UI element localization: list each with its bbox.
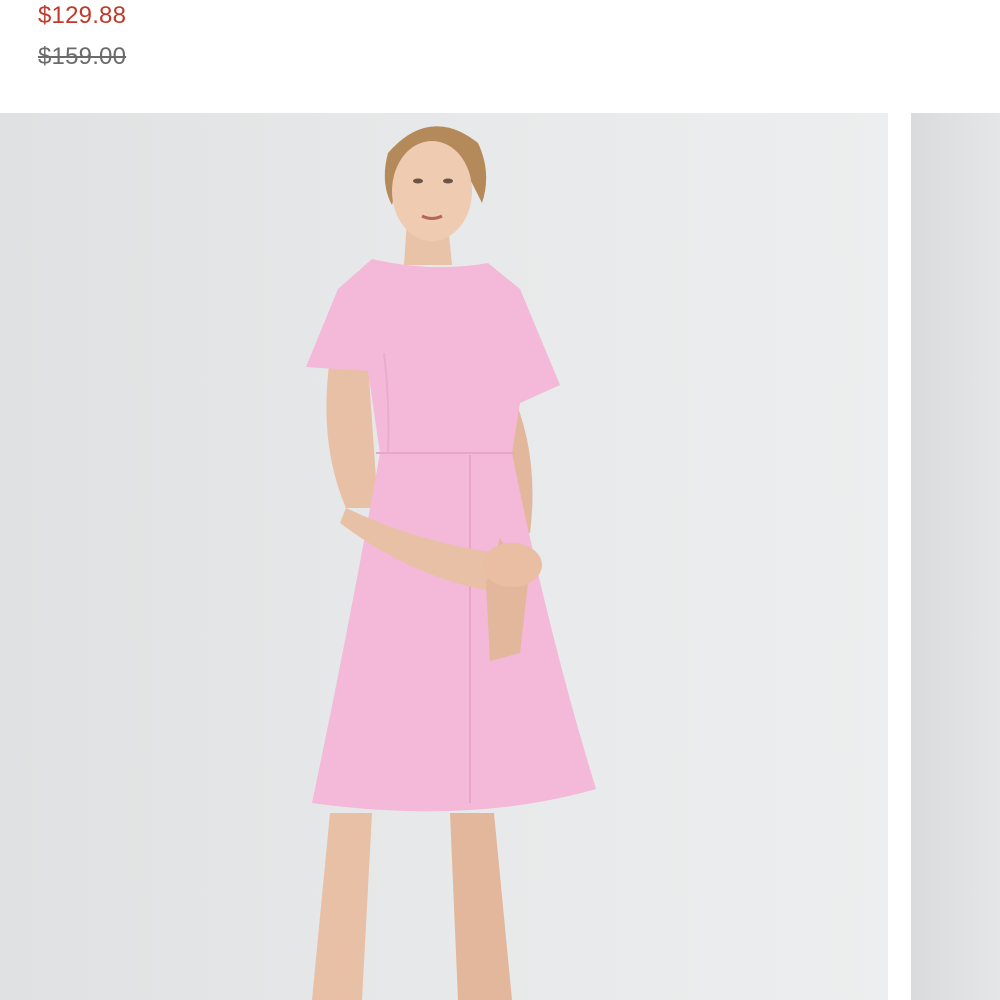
sale-price: $129.88 — [38, 2, 127, 29]
main-product-image[interactable] — [0, 113, 888, 1000]
original-price: $159.00 — [38, 43, 127, 70]
image-gallery — [0, 113, 1000, 1000]
pink-dress-model-illustration — [306, 126, 596, 1000]
product-page: $129.88 $159.00 — [0, 0, 1000, 1000]
next-product-image[interactable] — [911, 113, 1000, 1000]
